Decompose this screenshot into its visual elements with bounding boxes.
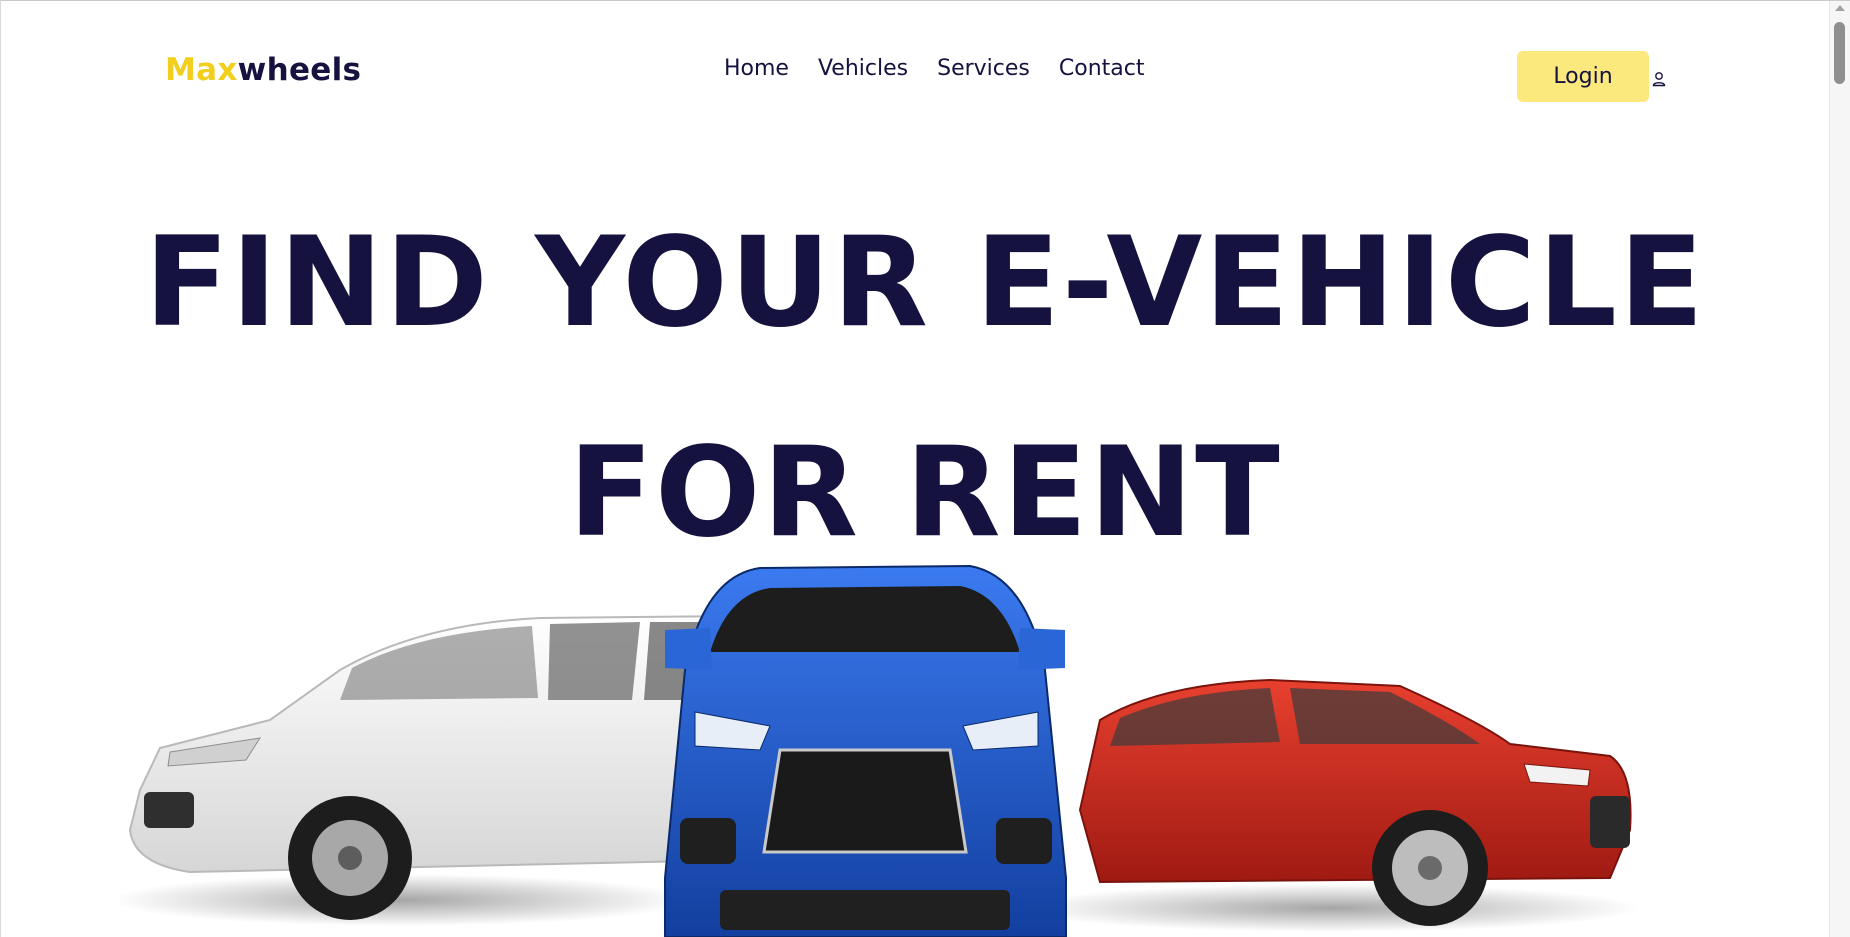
login-button[interactable]: Login: [1517, 51, 1649, 102]
car-shadow: [1020, 884, 1640, 932]
nav-services[interactable]: Services: [937, 56, 1030, 81]
nav-contact[interactable]: Contact: [1059, 56, 1145, 81]
cars-image: [120, 564, 1640, 937]
main-nav: Home Vehicles Services Contact: [724, 56, 1144, 81]
vertical-scrollbar[interactable]: [1829, 1, 1850, 937]
scroll-thumb[interactable]: [1834, 22, 1845, 84]
blue-suv: [664, 564, 1067, 937]
hero-title: FIND YOUR E-VEHICLE FOR RENT: [0, 178, 1850, 598]
nav-vehicles[interactable]: Vehicles: [818, 56, 908, 81]
nav-home[interactable]: Home: [724, 56, 789, 81]
logo-part-wheels: wheels: [237, 52, 362, 88]
hero-title-line1: FIND YOUR E-VEHICLE: [144, 211, 1706, 355]
hero-title-line2: FOR RENT: [568, 421, 1282, 565]
scroll-up-arrow-icon[interactable]: [1835, 5, 1845, 11]
user-icon[interactable]: [1652, 71, 1666, 87]
window-top-border: [0, 0, 1850, 1]
brand-logo[interactable]: Maxwheels: [165, 52, 361, 88]
logo-part-max: Max: [165, 52, 238, 88]
